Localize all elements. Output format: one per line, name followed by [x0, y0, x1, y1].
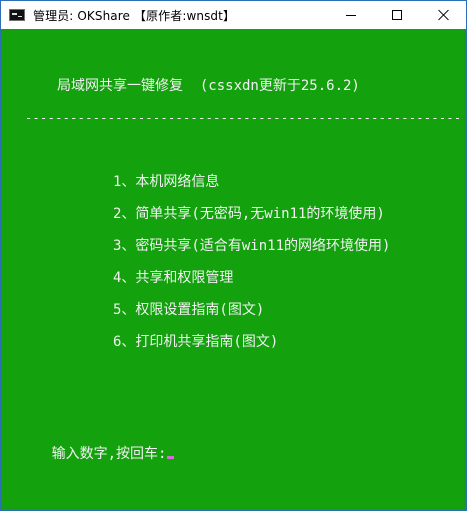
window-controls — [328, 1, 466, 29]
menu-item-password-share: 3、密码共享(适合有win11的网络环境使用) — [113, 238, 391, 254]
menu-item-printer-guide: 6、打印机共享指南(图文) — [113, 334, 279, 350]
menu-item-permission-guide: 5、权限设置指南(图文) — [113, 302, 265, 318]
close-button[interactable] — [420, 1, 466, 29]
menu-item-share-permissions: 4、共享和权限管理 — [113, 270, 234, 286]
text-cursor — [167, 456, 175, 459]
console-separator: ----------------------------------------… — [25, 111, 462, 125]
maximize-icon — [392, 10, 402, 20]
console-header: 局域网共享一键修复 (cssxdn更新于25.6.2) — [57, 78, 360, 94]
close-icon — [437, 9, 449, 21]
minimize-icon — [346, 14, 356, 16]
prompt-text: 输入数字,按回车: — [51, 446, 167, 462]
maximize-button[interactable] — [374, 1, 420, 29]
minimize-button[interactable] — [328, 1, 374, 29]
menu-item-network-info: 1、本机网络信息 — [113, 174, 220, 190]
input-prompt[interactable]: 输入数字,按回车: — [1, 430, 175, 478]
console-app-icon[interactable] — [9, 9, 25, 21]
console-output[interactable]: 局域网共享一键修复 (cssxdn更新于25.6.2) ------------… — [1, 29, 466, 510]
title-bar[interactable]: 管理员: OKShare 【原作者:wnsdt】 — [1, 1, 466, 29]
window-title: 管理员: OKShare 【原作者:wnsdt】 — [33, 8, 236, 23]
console-window: 管理员: OKShare 【原作者:wnsdt】 局域网共享一键修复 (cssx… — [0, 0, 467, 511]
console-scrollbar[interactable] — [464, 29, 466, 510]
menu-item-simple-share: 2、简单共享(无密码,无win11的环境使用) — [113, 206, 385, 222]
